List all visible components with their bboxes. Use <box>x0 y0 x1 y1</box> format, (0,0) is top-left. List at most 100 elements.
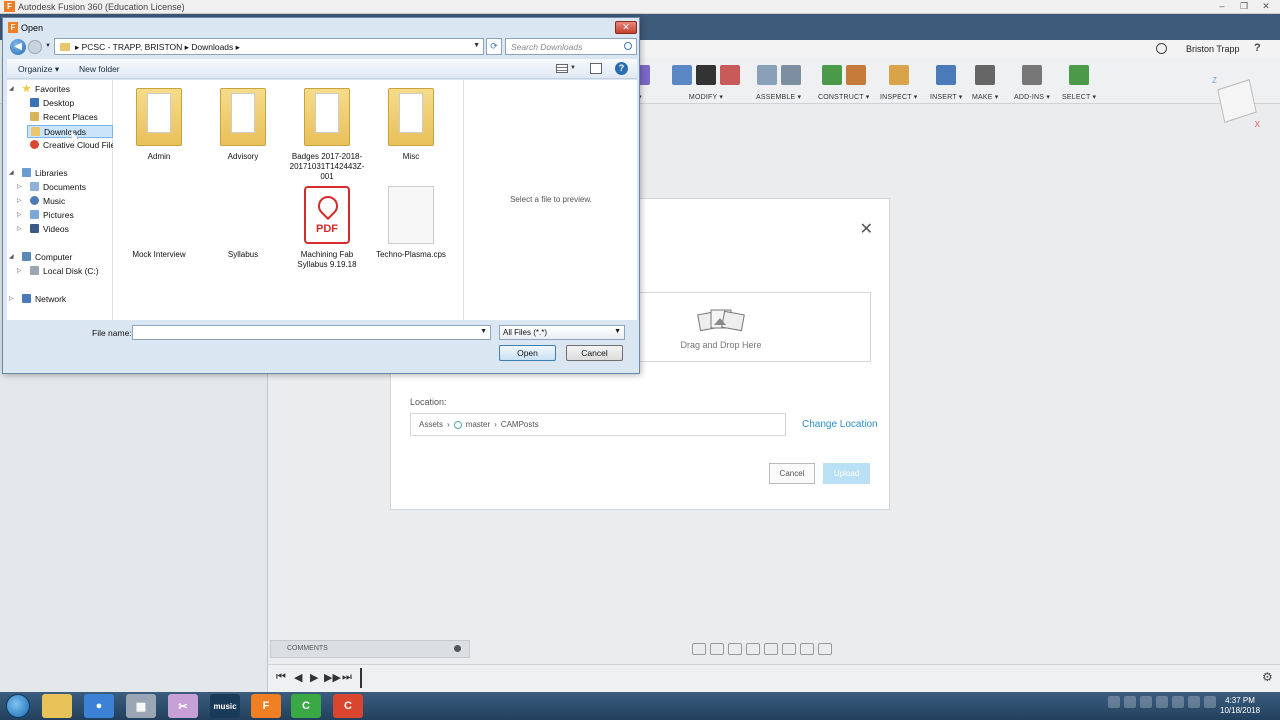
nav-desktop[interactable]: Desktop <box>27 97 74 110</box>
toolbar-tool-icon[interactable] <box>672 65 692 85</box>
orbit-icon[interactable] <box>692 643 706 655</box>
file-name-input[interactable]: ▼ <box>132 325 491 340</box>
toolbar-tool-icon[interactable] <box>720 65 740 85</box>
toolbar-group-label[interactable]: MAKE ▾ <box>972 93 999 101</box>
user-menu[interactable]: Briston Trapp <box>1186 44 1240 54</box>
toolbar-group-label[interactable]: ASSEMBLE ▾ <box>756 93 801 101</box>
tray-volume-icon[interactable] <box>1204 696 1216 708</box>
collapsed-triangle-icon[interactable]: ▷ <box>9 293 14 306</box>
tray-cc-icon[interactable] <box>1156 696 1168 708</box>
toolbar-tool-icon[interactable] <box>845 65 866 85</box>
toolbar-group[interactable]: ASSEMBLE ▾ <box>756 62 801 101</box>
toolbar-group[interactable]: SELECT ▾ <box>1062 62 1096 101</box>
preview-pane-icon[interactable] <box>590 63 602 74</box>
toolbar-group[interactable]: INSPECT ▾ <box>880 62 917 101</box>
comments-add-icon[interactable] <box>454 645 461 652</box>
file-item[interactable]: Techno-Plasma.cps <box>371 186 451 260</box>
refresh-icon[interactable]: ⟳ <box>486 38 502 55</box>
collapsed-triangle-icon[interactable]: ▷ <box>17 209 22 222</box>
tray-monitor-icon[interactable] <box>1188 696 1200 708</box>
file-item[interactable]: Syllabus <box>203 186 283 260</box>
display-settings-icon[interactable] <box>782 643 796 655</box>
toolbar-group-label[interactable]: SELECT ▾ <box>1062 93 1096 101</box>
open-button[interactable]: Open <box>499 345 556 361</box>
nav-music[interactable]: ▷ Music <box>17 195 65 208</box>
tray-network-icon[interactable] <box>1124 696 1136 708</box>
collapsed-triangle-icon[interactable]: ▷ <box>17 181 22 194</box>
taskbar-clock[interactable]: 4:37 PM 10/18/2018 <box>1220 696 1260 716</box>
change-location-link[interactable]: Change Location <box>802 419 878 430</box>
forward-arrow-icon[interactable] <box>28 40 42 54</box>
taskbar-camtasia-red-icon[interactable]: C <box>333 694 363 718</box>
toolbar-group-label[interactable]: CONSTRUCT ▾ <box>818 93 869 101</box>
nav-computer[interactable]: ◢ Computer <box>9 251 72 264</box>
file-item[interactable]: Admin <box>119 88 199 162</box>
file-item[interactable]: Mock Interview <box>119 186 199 260</box>
taskbar-snipping-icon[interactable]: ✂ <box>168 694 198 718</box>
toolbar-group-label[interactable]: INSERT ▾ <box>930 93 962 101</box>
address-bar[interactable]: ▸ PCSC - TRAPP, BRISTON ▸ Downloads ▸ ▼ <box>54 38 484 55</box>
timeline-marker[interactable] <box>360 668 362 688</box>
upload-close-icon[interactable]: ✕ <box>860 219 873 239</box>
toolbar-group-label[interactable]: MODIFY ▾ <box>672 93 740 101</box>
expand-triangle-icon[interactable]: ◢ <box>9 83 14 96</box>
tray-skype-icon[interactable] <box>1108 696 1120 708</box>
tray-flag-icon[interactable] <box>1172 696 1184 708</box>
toolbar-group[interactable]: CONSTRUCT ▾ <box>818 62 869 101</box>
timeline-play-button[interactable]: ▶ <box>310 671 318 684</box>
nav-downloads[interactable]: Downloads <box>27 125 113 138</box>
nav-network[interactable]: ▷ Network <box>9 293 66 306</box>
maximize-button[interactable]: ❐ <box>1234 1 1254 12</box>
timeline-next-button[interactable]: ▶▶ <box>324 671 341 684</box>
timeline-prev-button[interactable]: ◀ <box>294 671 302 684</box>
toolbar-group[interactable]: INSERT ▾ <box>930 62 962 101</box>
job-status-clock-icon[interactable] <box>1156 43 1167 54</box>
viewports-icon[interactable] <box>818 643 832 655</box>
toolbar-group-label[interactable]: INSPECT ▾ <box>880 93 917 101</box>
pan-icon[interactable] <box>728 643 742 655</box>
new-folder-button[interactable]: New folder <box>79 64 120 74</box>
expand-triangle-icon[interactable]: ◢ <box>9 251 14 264</box>
timeline-first-button[interactable]: ⏮ <box>276 671 286 684</box>
search-icon[interactable] <box>624 42 632 50</box>
toolbar-tool-icon[interactable] <box>780 65 801 85</box>
grid-settings-icon[interactable] <box>800 643 814 655</box>
look-at-icon[interactable] <box>710 643 724 655</box>
zoom-icon[interactable] <box>746 643 760 655</box>
chevron-down-icon[interactable]: ▼ <box>473 42 480 49</box>
upload-cancel-button[interactable]: Cancel <box>769 463 815 484</box>
taskbar-explorer-icon[interactable] <box>42 694 72 718</box>
recent-locations-dropdown-icon[interactable]: ▼ <box>45 43 51 49</box>
tray-app-icon[interactable] <box>1140 696 1152 708</box>
upload-button[interactable]: Upload <box>823 463 870 484</box>
toolbar-tool-icon[interactable] <box>756 65 777 85</box>
taskbar-calculator-icon[interactable]: ▦ <box>126 694 156 718</box>
file-type-select[interactable]: All Files (*.*) ▼ <box>499 325 625 340</box>
collapsed-triangle-icon[interactable]: ▷ <box>17 195 22 208</box>
nav-videos[interactable]: ▷ Videos <box>17 223 69 236</box>
toolbar-group[interactable]: MODIFY ▾ <box>672 62 740 101</box>
viewcube-cube-icon[interactable] <box>1217 79 1257 123</box>
taskbar-fusion-icon[interactable]: F <box>251 694 281 718</box>
taskbar-music-icon[interactable]: music <box>210 694 240 718</box>
dialog-close-button[interactable]: ✕ <box>615 21 637 34</box>
file-item[interactable]: Misc <box>371 88 451 162</box>
chevron-down-icon[interactable]: ▼ <box>570 65 576 71</box>
toolbar-tool-icon[interactable] <box>888 65 909 85</box>
timeline-last-button[interactable]: ⏭ <box>342 671 352 684</box>
toolbar-tool-icon[interactable] <box>936 65 957 85</box>
collapsed-triangle-icon[interactable]: ▷ <box>17 265 22 278</box>
close-window-button[interactable]: ✕ <box>1256 1 1276 12</box>
toolbar-tool-icon[interactable] <box>821 65 842 85</box>
expand-triangle-icon[interactable]: ◢ <box>9 167 14 180</box>
chevron-down-icon[interactable]: ▼ <box>480 328 487 335</box>
taskbar-chrome-icon[interactable]: ● <box>84 694 114 718</box>
search-input[interactable]: Search Downloads <box>505 38 637 55</box>
change-view-icon[interactable] <box>556 64 568 73</box>
toolbar-tool-icon[interactable] <box>975 65 996 85</box>
organize-menu[interactable]: Organize ▾ <box>18 64 59 75</box>
viewcube[interactable]: Z X <box>1212 76 1262 131</box>
nav-local-disk[interactable]: ▷ Local Disk (C:) <box>17 265 99 278</box>
comments-panel[interactable]: COMMENTS <box>270 640 470 658</box>
nav-recent-places[interactable]: Recent Places <box>27 111 98 124</box>
